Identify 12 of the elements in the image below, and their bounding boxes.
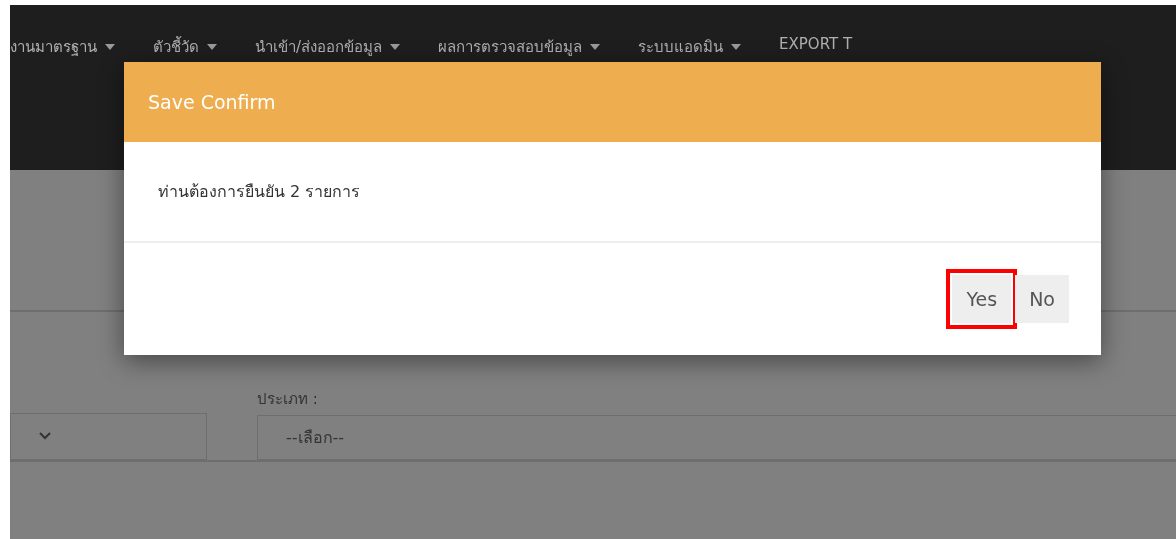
nav-menu-item[interactable]: ตัวชี้วัด <box>153 35 217 59</box>
dialog-title: Save Confirm <box>148 91 276 113</box>
select-field[interactable] <box>10 412 207 460</box>
nav-menu-item[interactable]: ผลการตรวจสอบข้อมูล <box>438 35 601 59</box>
nav-menu-item[interactable]: EXPORT T <box>779 35 853 53</box>
chevron-down-icon <box>39 432 51 441</box>
dialog-message: ท่านต้องการยืนยัน 2 รายการ <box>158 181 361 203</box>
nav-menu-item[interactable]: งานมาตรฐาน <box>10 35 115 59</box>
nav-menu-item[interactable]: ระบบแอดมิน <box>638 35 742 59</box>
dialog-button[interactable]: No <box>1015 275 1069 323</box>
nav-menu-item[interactable]: นำเข้า/ส่งออกข้อมูล <box>255 35 401 59</box>
field-label: ประเภท : <box>257 389 319 407</box>
